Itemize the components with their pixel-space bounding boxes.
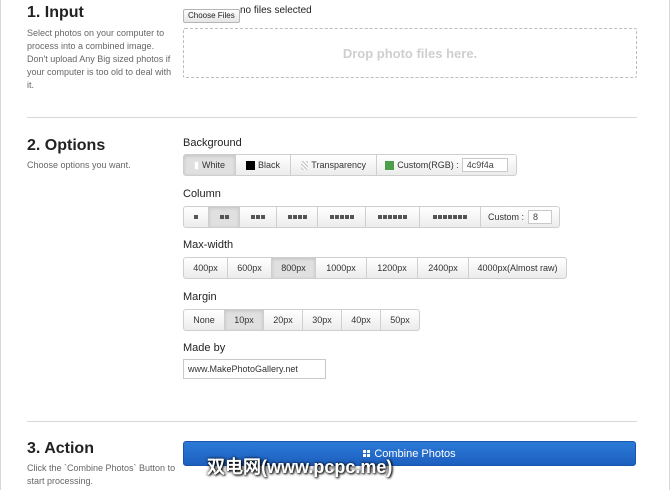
margin-40-button[interactable]: 40px — [341, 309, 381, 331]
column-3-button[interactable] — [239, 206, 277, 228]
input-section-title: 1. Input — [27, 4, 84, 21]
photo-dropzone[interactable]: Drop photo files here. — [183, 28, 637, 78]
margin-options: None 10px 20px 30px 40px 50px — [183, 309, 420, 331]
column-2-button[interactable] — [208, 206, 240, 228]
dropzone-text: Drop photo files here. — [342, 45, 478, 61]
margin-10-button[interactable]: 10px — [224, 309, 264, 331]
column-7-button[interactable] — [419, 206, 481, 228]
custom-color-swatch-icon — [385, 160, 395, 170]
margin-none-button[interactable]: None — [183, 309, 225, 331]
column-5-icon — [329, 215, 354, 219]
made-by-label: Made by — [183, 342, 226, 354]
column-2-icon — [219, 215, 229, 219]
column-5-button[interactable] — [317, 206, 366, 228]
input-section-description: Select photos on your computer to proces… — [27, 28, 172, 90]
background-white-button[interactable]: White — [183, 154, 236, 176]
max-width-4000-button[interactable]: 4000px(Almost raw) — [468, 257, 567, 279]
black-swatch-icon — [246, 160, 255, 170]
options-section-title: 2. Options — [27, 137, 106, 154]
background-transparency-button[interactable]: Transparency — [290, 154, 377, 176]
margin-20-button[interactable]: 20px — [263, 309, 303, 331]
options-section-description: Choose options you want. — [27, 160, 131, 170]
choose-files-button[interactable]: Choose Files — [183, 9, 240, 23]
column-label: Column — [183, 188, 221, 200]
column-7-icon — [433, 215, 467, 219]
background-label: Background — [183, 137, 242, 149]
section-divider — [27, 117, 637, 118]
max-width-400-button[interactable]: 400px — [183, 257, 228, 279]
column-4-button[interactable] — [276, 206, 318, 228]
column-6-icon — [378, 215, 407, 219]
watermark: 双电网(www.pcpc.me) — [207, 457, 393, 477]
max-width-800-button[interactable]: 800px — [271, 257, 316, 279]
column-options: Custom : — [183, 206, 560, 228]
column-custom-button[interactable]: Custom : — [480, 206, 560, 228]
column-custom-input[interactable] — [528, 210, 552, 224]
max-width-1200-button[interactable]: 1200px — [366, 257, 418, 279]
file-status-text: no files selected — [240, 5, 312, 16]
background-options: White Black Transparency Custom(RGB) : — [183, 154, 517, 176]
section-divider — [27, 421, 637, 422]
background-black-button[interactable]: Black — [235, 154, 291, 176]
margin-50-button[interactable]: 50px — [380, 309, 420, 331]
max-width-600-button[interactable]: 600px — [227, 257, 272, 279]
max-width-options: 400px 600px 800px 1000px 1200px 2400px 4… — [183, 257, 567, 279]
background-custom-button[interactable]: Custom(RGB) : — [376, 154, 517, 176]
action-section-title: 3. Action — [27, 440, 94, 457]
column-1-button[interactable] — [183, 206, 209, 228]
action-section-description: Click the `Combine Photos` Button to sta… — [27, 463, 176, 486]
max-width-1000-button[interactable]: 1000px — [315, 257, 367, 279]
custom-rgb-input[interactable] — [461, 158, 508, 172]
margin-label: Margin — [183, 291, 217, 303]
max-width-2400-button[interactable]: 2400px — [417, 257, 469, 279]
white-swatch-icon — [194, 160, 199, 170]
margin-30-button[interactable]: 30px — [302, 309, 342, 331]
column-6-button[interactable] — [365, 206, 420, 228]
column-4-icon — [287, 215, 307, 219]
column-1-icon — [194, 215, 198, 219]
column-3-icon — [251, 215, 265, 219]
made-by-input[interactable] — [183, 359, 326, 379]
transparency-swatch-icon — [301, 160, 309, 170]
max-width-label: Max-width — [183, 239, 234, 251]
